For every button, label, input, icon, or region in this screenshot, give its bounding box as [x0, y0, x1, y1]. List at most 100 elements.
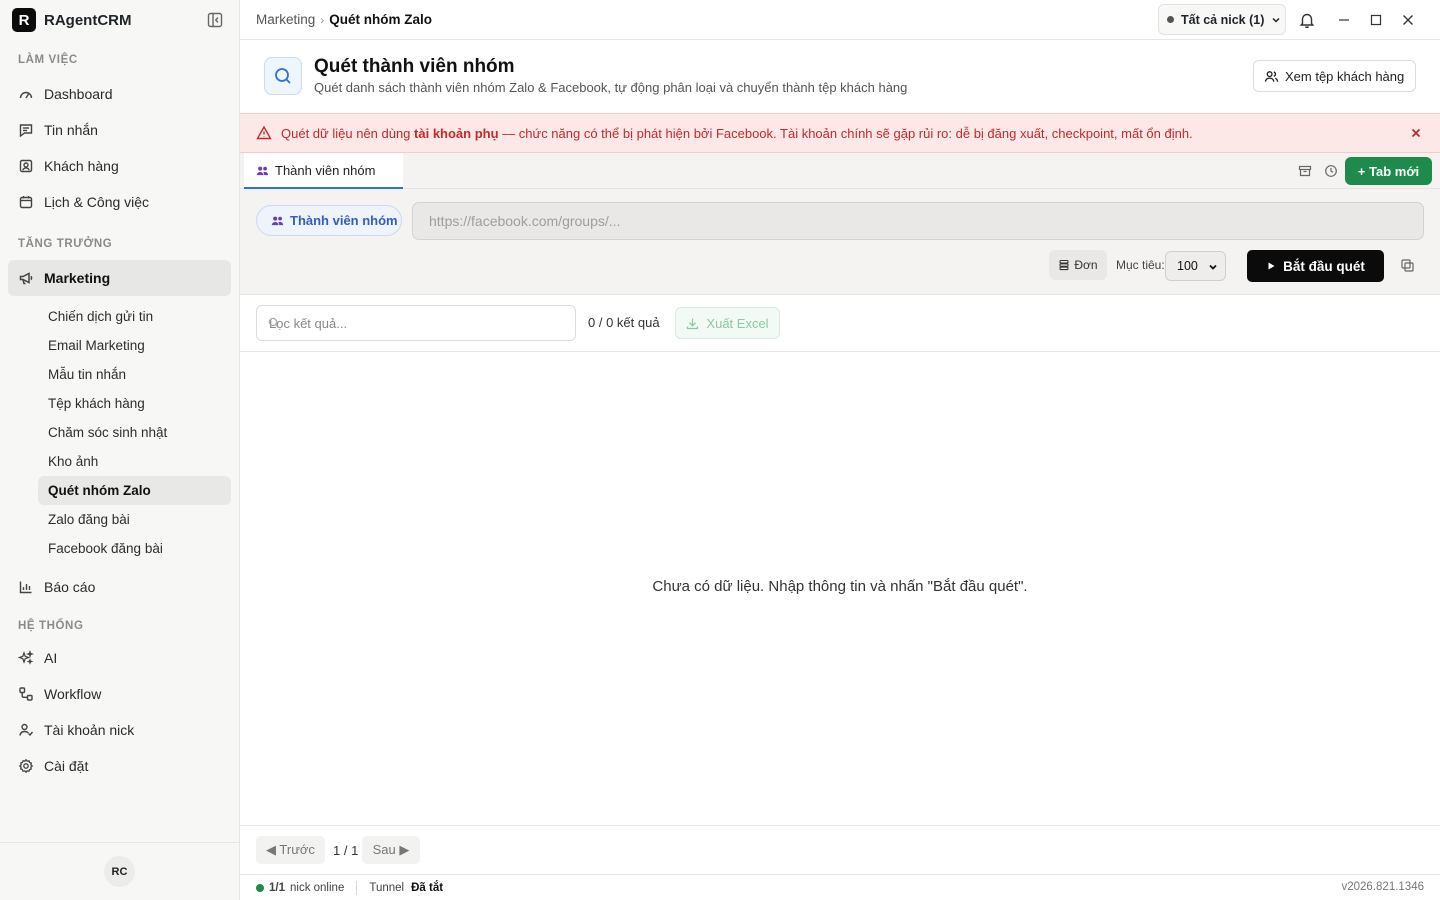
sidebar-item-label: Dashboard — [44, 86, 113, 102]
sidebar-item-messages[interactable]: Tin nhắn — [8, 112, 231, 148]
result-count: 0 / 0 kết quả — [588, 315, 660, 330]
view-customer-list-label: Xem tệp khách hàng — [1285, 68, 1405, 84]
target-select[interactable]: 100 — [1165, 251, 1226, 281]
sidebar-subitem-campaign[interactable]: Chiến dịch gửi tin — [38, 302, 231, 331]
warning-triangle-icon — [256, 125, 272, 141]
sidebar-item-label: Tin nhắn — [44, 122, 98, 138]
prev-page-button[interactable]: ◀ Trước — [256, 836, 325, 864]
sidebar-item-label: Tài khoản nick — [44, 722, 135, 738]
next-page-button[interactable]: Sau ▶ — [362, 836, 420, 864]
sidebar-item-label: Lịch & Công việc — [44, 194, 150, 210]
minimize-icon[interactable] — [1335, 11, 1353, 29]
history-icon[interactable] — [1324, 164, 1338, 178]
sidebar-footer: RC — [0, 842, 239, 900]
sidebar-item-nick-accounts[interactable]: Tài khoản nick — [8, 712, 231, 748]
bell-icon[interactable] — [1298, 11, 1316, 29]
export-excel-button[interactable]: Xuất Excel — [675, 307, 780, 339]
archive-icon[interactable] — [1298, 164, 1312, 178]
view-customer-list-button[interactable]: Xem tệp khách hàng — [1253, 60, 1416, 92]
group-url-input[interactable] — [412, 202, 1424, 240]
tab-label: Thành viên nhóm — [275, 162, 376, 178]
warning-text-bold: tài khoản phụ — [414, 125, 499, 141]
nick-online-count: 1/1 — [269, 881, 285, 894]
start-scan-label: Bắt đầu quét — [1283, 258, 1365, 274]
sidebar-item-workflow[interactable]: Workflow — [8, 676, 231, 712]
scan-mode-pill[interactable]: Thành viên nhóm — [256, 205, 402, 236]
brand-name: RAgentCRM — [44, 11, 132, 29]
contact-icon — [18, 158, 34, 174]
section-label-work: LÀM VIỆC — [18, 54, 78, 66]
warning-banner: Quét dữ liệu nên dùng tài khoản phụ — ch… — [240, 113, 1440, 153]
single-mode-button[interactable]: Đơn — [1049, 250, 1107, 280]
app-version: v2026.821.1346 — [1341, 881, 1425, 893]
export-excel-label: Xuất Excel — [706, 315, 769, 331]
breadcrumb-separator-icon: › — [320, 12, 325, 27]
sidebar-subitem-message-templates[interactable]: Mẫu tin nhắn — [38, 360, 231, 389]
start-scan-button[interactable]: Bắt đầu quét — [1247, 250, 1384, 282]
target-label: Mục tiêu: — [1116, 258, 1165, 272]
target-select-value: 100 — [1177, 259, 1198, 273]
sidebar-item-reports[interactable]: Báo cáo — [8, 569, 231, 605]
app-root: R RAgentCRM LÀM VIỆC Dashboard Tin nhắn … — [0, 0, 1440, 900]
brand-logo: R — [12, 8, 36, 32]
online-status-dot-icon — [256, 883, 264, 892]
tab-group-members[interactable]: Thành viên nhóm — [244, 153, 403, 189]
group-icon — [271, 214, 284, 227]
sparkles-icon — [18, 650, 34, 666]
copy-icon[interactable] — [1400, 258, 1415, 273]
pagination: ◀ Trước 1 / 1 Sau ▶ — [240, 825, 1440, 874]
avatar[interactable]: RC — [104, 856, 135, 887]
maximize-icon[interactable] — [1367, 11, 1385, 29]
calendar-icon — [18, 194, 34, 210]
group-icon — [256, 164, 269, 177]
brand[interactable]: R RAgentCRM — [0, 0, 239, 40]
page-header: Quét thành viên nhóm Quét danh sách thàn… — [240, 40, 1440, 113]
sidebar-item-settings[interactable]: Cài đặt — [8, 748, 231, 784]
sidebar-subitem-customer-lists[interactable]: Tệp khách hàng — [38, 389, 231, 418]
sidebar-item-label: Workflow — [44, 686, 102, 702]
filter-results-input[interactable] — [256, 305, 576, 341]
sidebar-subitem-zalo-post[interactable]: Zalo đăng bài — [38, 505, 231, 534]
new-tab-button[interactable]: + Tab mới — [1345, 157, 1432, 185]
sidebar-item-marketing[interactable]: Marketing — [8, 260, 231, 296]
results-toolbar: 0 / 0 kết quả Xuất Excel — [240, 295, 1440, 352]
chevron-down-icon — [1270, 14, 1282, 26]
breadcrumb-parent[interactable]: Marketing — [256, 12, 315, 27]
sidebar-item-calendar[interactable]: Lịch & Công việc — [8, 184, 231, 220]
empty-state-message: Chưa có dữ liệu. Nhập thông tin và nhấn … — [652, 578, 1028, 595]
nick-online-label: nick online — [290, 881, 345, 894]
tunnel-label: Tunnel — [369, 881, 405, 894]
nick-selector[interactable]: Tất cả nick (1) — [1158, 4, 1286, 35]
megaphone-icon — [18, 270, 34, 286]
message-icon — [18, 122, 34, 138]
sidebar-subitem-facebook-post[interactable]: Facebook đăng bài — [38, 534, 231, 563]
sidebar-subitem-email-marketing[interactable]: Email Marketing — [38, 331, 231, 360]
sidebar-item-label: Marketing — [44, 270, 111, 286]
gear-icon — [18, 758, 34, 774]
user-check-icon — [18, 722, 34, 738]
sidebar-subitem-image-library[interactable]: Kho ảnh — [38, 447, 231, 476]
warning-text-prefix: Quét dữ liệu nên dùng — [281, 125, 415, 141]
sidebar-item-label: Cài đặt — [44, 758, 89, 774]
gauge-icon — [18, 86, 34, 102]
sidebar-item-label: Báo cáo — [44, 579, 96, 595]
section-label-growth: TĂNG TRƯỞNG — [18, 238, 113, 250]
sidebar-item-customers[interactable]: Khách hàng — [8, 148, 231, 184]
play-icon — [1266, 261, 1276, 271]
breadcrumb-current: Quét nhóm Zalo — [329, 12, 433, 27]
scan-tab-bar: Thành viên nhóm + Tab mới — [240, 153, 1440, 189]
sidebar-item-dashboard[interactable]: Dashboard — [8, 76, 231, 112]
topbar: Marketing › Quét nhóm Zalo Tất cả nick (… — [240, 0, 1440, 40]
sidebar-subitem-birthday-care[interactable]: Chăm sóc sinh nhật — [38, 418, 231, 447]
page-subtitle: Quét danh sách thành viên nhóm Zalo & Fa… — [314, 80, 908, 95]
dismiss-warning-icon[interactable] — [1410, 127, 1422, 139]
sidebar-subitem-zalo-group-scan[interactable]: Quét nhóm Zalo — [38, 476, 231, 505]
close-icon[interactable] — [1399, 11, 1417, 29]
sidebar-collapse-icon[interactable] — [206, 11, 224, 29]
status-bar: 1/1 nick online Tunnel Đã tắt v2026.821.… — [240, 874, 1440, 900]
warning-text: Quét dữ liệu nên dùng tài khoản phụ — ch… — [281, 126, 1193, 141]
warning-text-suffix: — chức năng có thể bị phát hiện bởi Face… — [498, 125, 1193, 141]
database-icon — [1058, 259, 1070, 271]
section-label-system: HỆ THỐNG — [18, 620, 84, 632]
sidebar-item-ai[interactable]: AI — [8, 640, 231, 676]
